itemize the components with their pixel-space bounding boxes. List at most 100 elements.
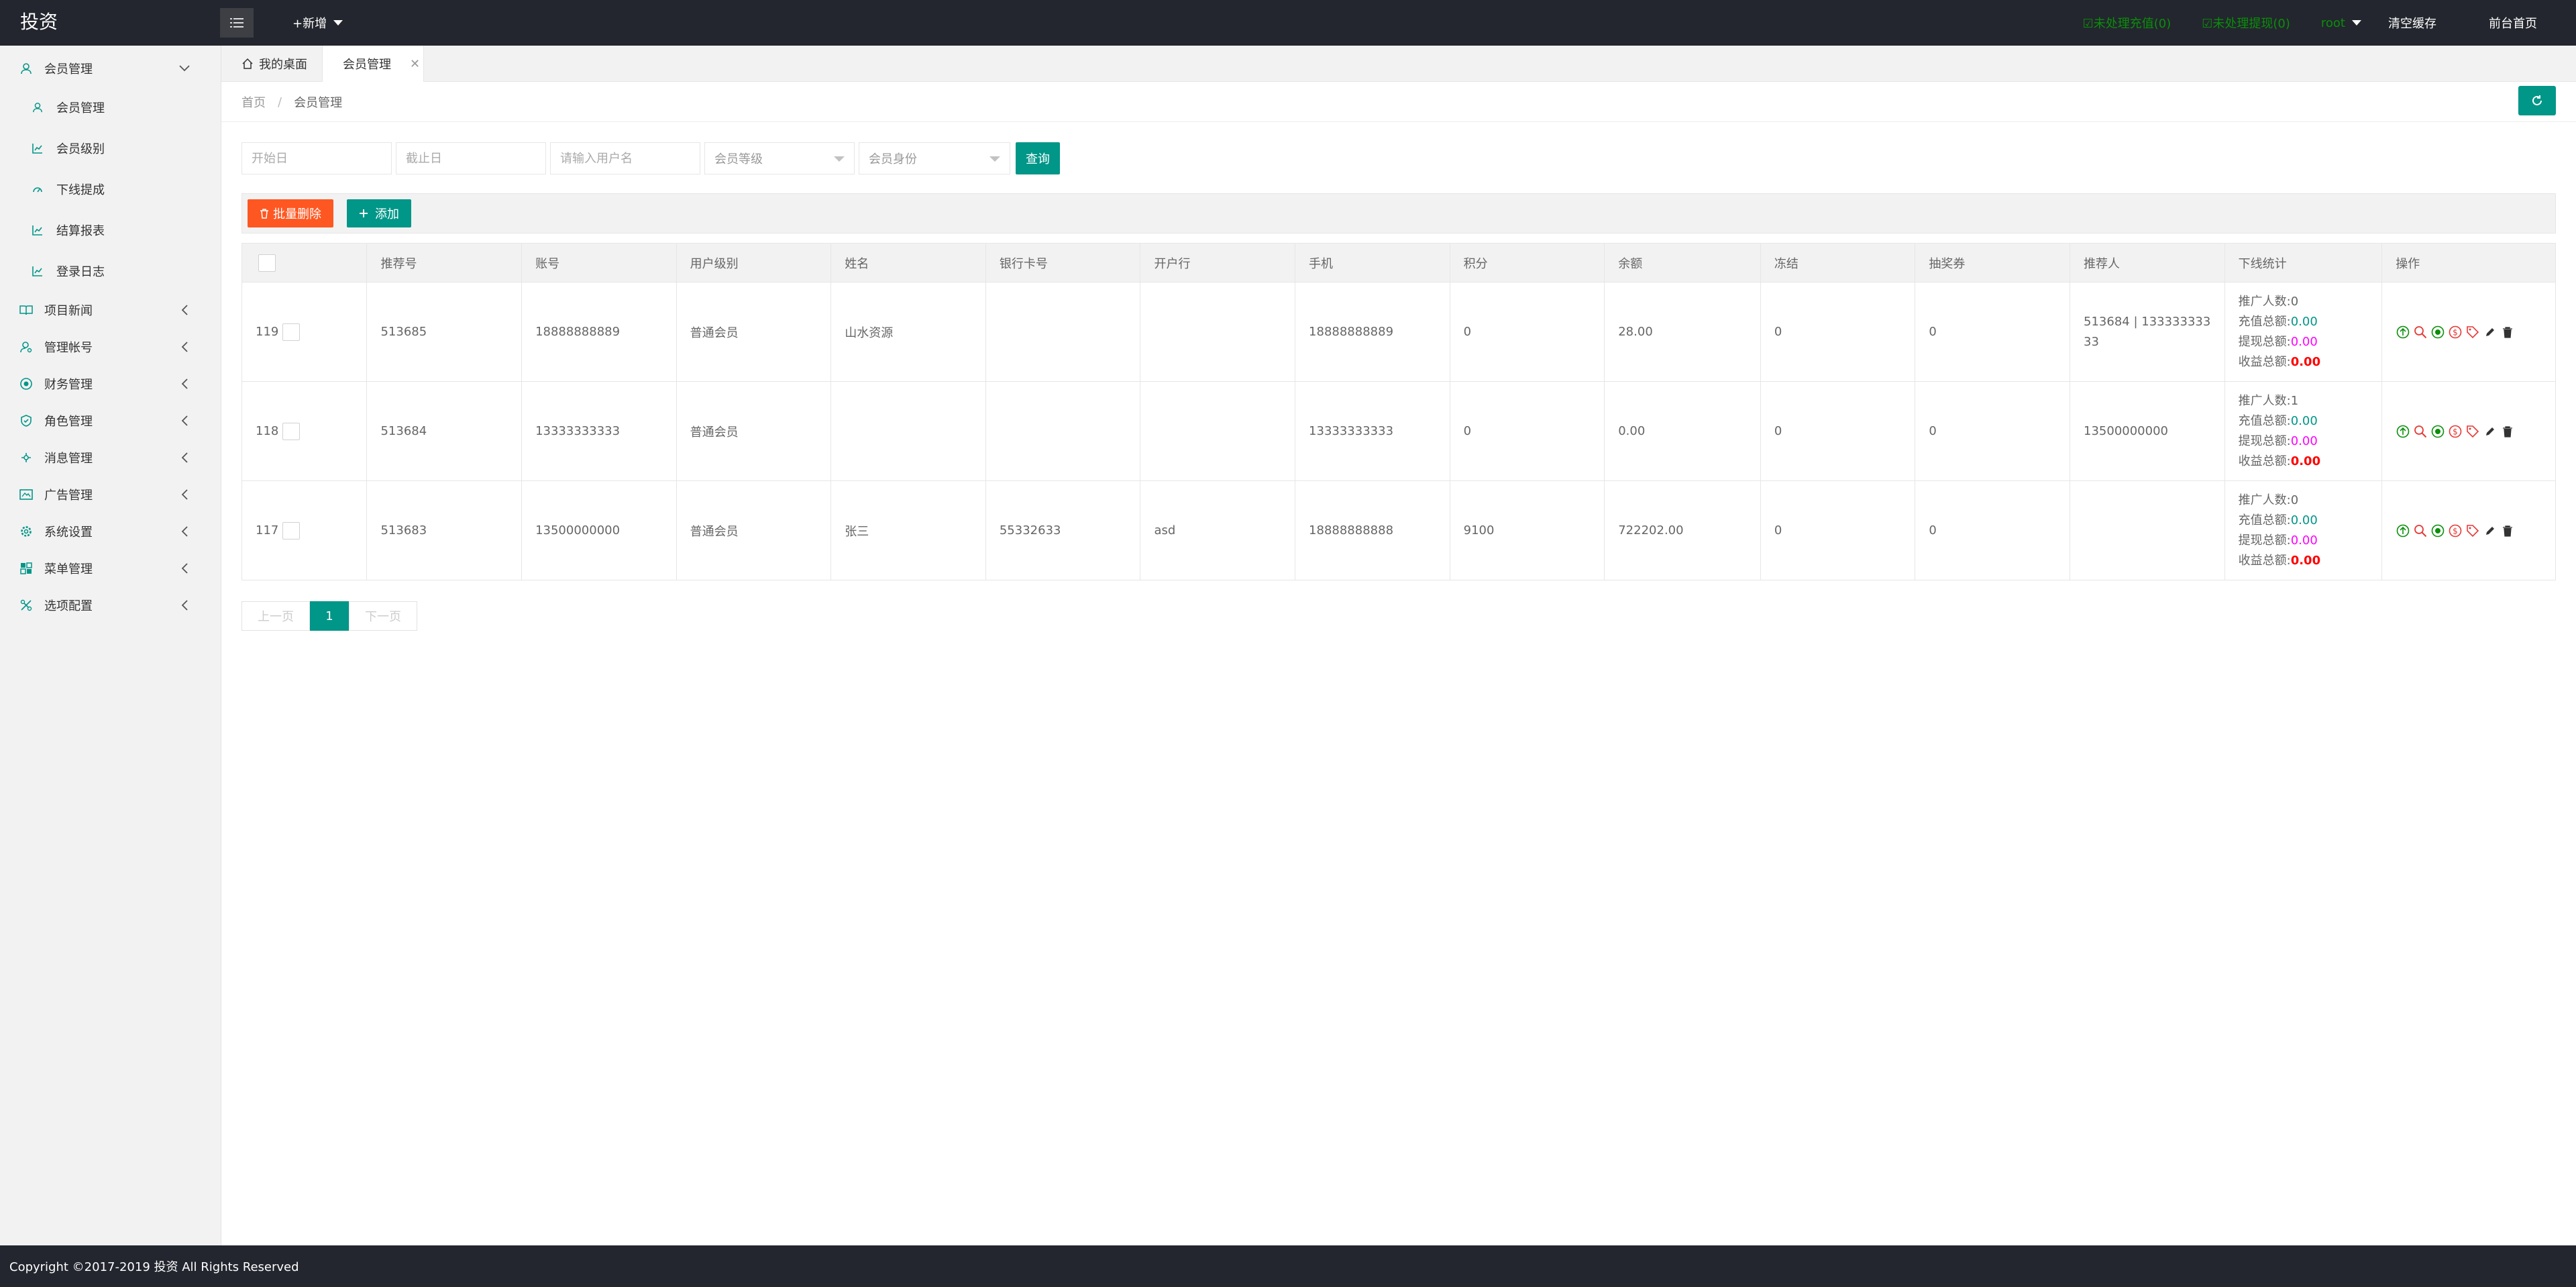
approve-icon[interactable] (2430, 424, 2445, 439)
front-home-link[interactable]: 前台首页 (2489, 14, 2537, 32)
column-header: 抽奖券 (1915, 243, 2071, 282)
stat-withdraw: 提现总额:0.00 (2239, 431, 2369, 452)
next-page-button[interactable]: 下一页 (349, 601, 417, 631)
cell-stats: 推广人数:0 充值总额:0.00 提现总额:0.00 收益总额:0.00 (2224, 480, 2383, 580)
refresh-icon (2532, 95, 2542, 105)
trash-icon (260, 209, 268, 219)
approve-icon[interactable] (2430, 325, 2445, 340)
sidebar-group-ads[interactable]: 广告管理 (0, 476, 221, 513)
sidebar-group-admin[interactable]: 管理帐号 (0, 328, 221, 365)
sidebar-item-label: 下线提成 (56, 183, 105, 197)
member-table: 推荐号 账号 用户级别 姓名 银行卡号 开户行 手机 积分 余额 冻结 抽奖券 … (241, 243, 2556, 580)
batch-delete-button[interactable]: 批量删除 (248, 199, 333, 227)
user-name: root (2320, 15, 2345, 30)
search-icon[interactable] (2413, 523, 2428, 538)
chevron-left-icon (178, 599, 191, 612)
cell-balance: 28.00 (1604, 282, 1761, 382)
menu-toggle-button[interactable] (220, 8, 254, 38)
page-1-button[interactable]: 1 (310, 601, 349, 631)
sidebar-group-label: 消息管理 (44, 451, 93, 466)
refresh-button[interactable] (2518, 86, 2556, 115)
sidebar-group-messages[interactable]: 消息管理 (0, 439, 221, 476)
member-level-select[interactable]: 会员等级 (704, 142, 855, 174)
sidebar-group-members[interactable]: 会员管理 (0, 50, 221, 87)
upgrade-icon[interactable] (2396, 523, 2410, 538)
end-date-field[interactable] (396, 142, 546, 174)
cell-code: 513685 (366, 282, 523, 382)
sidebar-group-news[interactable]: 项目新闻 (0, 291, 221, 328)
sidebar-item-downline-commission[interactable]: 下线提成 (0, 168, 221, 209)
trash-icon[interactable] (2500, 325, 2515, 340)
tag-icon[interactable] (2465, 325, 2480, 340)
sidebar-group-roles[interactable]: 角色管理 (0, 402, 221, 439)
breadcrumb-home[interactable]: 首页 (241, 93, 266, 111)
member-identity-select[interactable]: 会员身份 (859, 142, 1010, 174)
stat-label: 充值总额: (2238, 513, 2291, 527)
user-dropdown[interactable]: root (2321, 16, 2361, 30)
sidebar-item-settlement-report[interactable]: 结算报表 (0, 209, 221, 250)
tag-icon[interactable] (2465, 523, 2480, 538)
stat-value: 1 (2290, 393, 2299, 408)
edit-icon[interactable] (2483, 325, 2498, 340)
pending-recharge-link[interactable]: ☑未处理充值(0) (2083, 14, 2171, 32)
sidebar-item-member-level[interactable]: 会员级别 (0, 127, 221, 168)
table-toolbar: 批量删除 添加 (241, 193, 2556, 234)
clear-cache-link[interactable]: 清空缓存 (2388, 14, 2436, 32)
cell-level: 普通会员 (676, 282, 832, 382)
sidebar-item-member-manage[interactable]: 会员管理 (0, 87, 221, 127)
add-button[interactable]: 添加 (347, 199, 411, 227)
home-icon (242, 58, 253, 69)
upgrade-icon[interactable] (2396, 424, 2410, 439)
chart-icon (31, 264, 44, 278)
search-icon[interactable] (2413, 325, 2428, 340)
sidebar-group-label: 财务管理 (44, 377, 93, 392)
username-input[interactable] (560, 151, 690, 166)
search-icon[interactable] (2413, 424, 2428, 439)
select-all-checkbox[interactable] (258, 254, 276, 272)
stat-income: 收益总额:0.00 (2239, 452, 2369, 472)
close-icon[interactable]: ✕ (410, 57, 420, 71)
upgrade-icon[interactable] (2396, 325, 2410, 340)
dollar-icon[interactable]: $ (2448, 424, 2463, 439)
approve-icon[interactable] (2430, 523, 2445, 538)
edit-icon[interactable] (2483, 523, 2498, 538)
stat-label: 收益总额: (2238, 454, 2291, 468)
column-header: 操作 (2381, 243, 2556, 282)
edit-icon[interactable] (2483, 424, 2498, 439)
chevron-left-icon (178, 303, 191, 317)
sidebar-group-settings[interactable]: 系统设置 (0, 513, 221, 550)
row-checkbox[interactable] (282, 422, 301, 440)
column-header: 用户级别 (676, 243, 832, 282)
query-button[interactable]: 查询 (1016, 142, 1060, 174)
stat-withdraw: 提现总额:0.00 (2239, 531, 2369, 551)
row-checkbox[interactable] (282, 323, 301, 341)
start-date-field[interactable] (241, 142, 392, 174)
stat-label: 推广人数: (2238, 493, 2291, 507)
new-dropdown[interactable]: +新增 (292, 0, 343, 46)
tag-icon[interactable] (2465, 424, 2480, 439)
end-date-input[interactable] (406, 151, 536, 166)
stat-label: 充值总额: (2238, 413, 2291, 428)
cell-name: 山水资源 (830, 282, 986, 382)
tab-member-manage[interactable]: 会员管理 ✕ (322, 46, 424, 82)
sidebar-item-login-log[interactable]: 登录日志 (0, 250, 221, 291)
sidebar-group-label: 广告管理 (44, 488, 93, 503)
stat-label: 提现总额: (2238, 533, 2291, 548)
cell-actions: $ (2381, 381, 2556, 481)
dollar-icon[interactable]: $ (2448, 523, 2463, 538)
trash-icon[interactable] (2500, 424, 2515, 439)
dollar-icon[interactable]: $ (2448, 325, 2463, 340)
pending-withdraw-link[interactable]: ☑未处理提现(0) (2202, 14, 2290, 32)
cell-balance: 0.00 (1604, 381, 1761, 481)
row-checkbox[interactable] (282, 521, 301, 539)
username-field[interactable] (550, 142, 700, 174)
stat-value: 0.00 (2290, 413, 2318, 428)
sidebar-group-menus[interactable]: 菜单管理 (0, 550, 221, 586)
trash-icon[interactable] (2500, 523, 2515, 538)
tab-home[interactable]: 我的桌面 (235, 46, 314, 82)
start-date-input[interactable] (252, 151, 382, 166)
prev-page-button[interactable]: 上一页 (241, 601, 310, 631)
sidebar-group-finance[interactable]: 财务管理 (0, 365, 221, 402)
cell-referrer (2070, 480, 2225, 580)
sidebar-group-options[interactable]: 选项配置 (0, 586, 221, 623)
